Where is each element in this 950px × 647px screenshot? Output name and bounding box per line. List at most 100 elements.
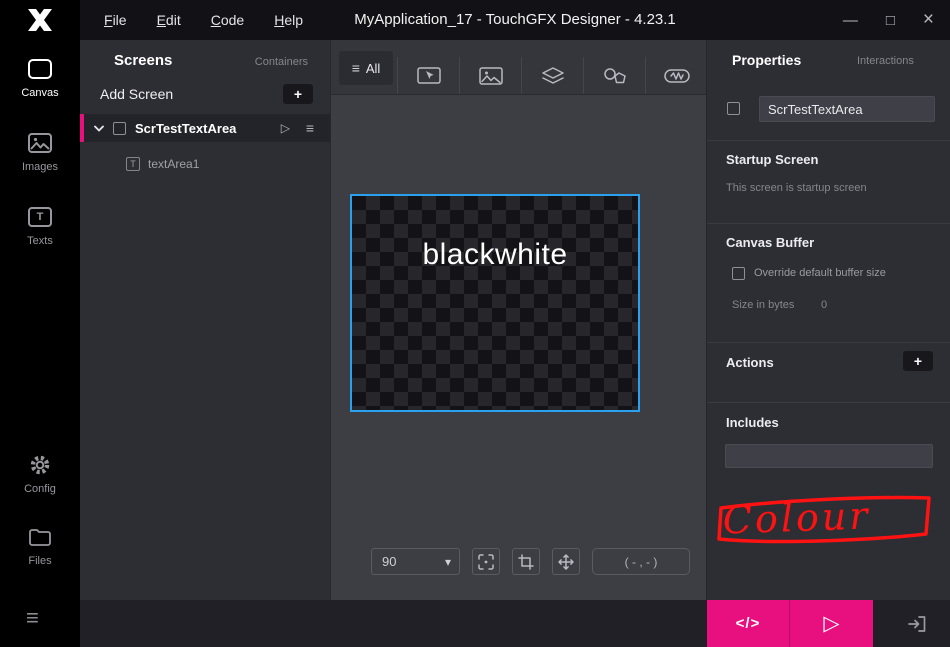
window-controls: — □ × <box>843 0 934 40</box>
run-bar: </> ▷ <box>707 600 873 647</box>
properties-panel: Properties Interactions Startup Screen T… <box>706 40 950 600</box>
touchgfx-logo[interactable] <box>0 0 80 40</box>
section-divider <box>707 402 950 403</box>
sign-in-button[interactable] <box>888 600 946 647</box>
sidebar-item-files[interactable]: Files <box>0 524 80 567</box>
screens-panel: Screens Containers Add Screen + ScrTestT… <box>80 40 330 600</box>
gear-icon <box>30 455 50 475</box>
code-icon: </> <box>735 615 761 632</box>
filter-all-label: All <box>365 60 381 76</box>
sidebar-item-images[interactable]: Images <box>0 130 80 173</box>
tab-interactions[interactable]: Interactions <box>857 55 914 67</box>
plus-icon: + <box>293 85 303 102</box>
sign-in-icon <box>908 615 926 632</box>
sidebar-item-texts[interactable]: T Texts <box>0 204 80 247</box>
widget-toolbar: ≡ All <box>331 40 707 95</box>
tab-containers[interactable]: Containers <box>255 56 308 68</box>
touchgfx-logo-icon <box>28 9 52 31</box>
shapes-tool-icon <box>603 67 626 83</box>
run-simulator-button[interactable]: ▷ <box>790 600 873 647</box>
canvas-icon <box>28 59 52 79</box>
screen-select-checkbox[interactable] <box>727 102 740 115</box>
menu-code[interactable]: Code <box>211 12 244 28</box>
screen-menu-icon[interactable]: ≡ <box>306 120 314 136</box>
add-action-button[interactable]: + <box>903 351 933 371</box>
image-tool-icon <box>478 66 503 85</box>
annotation-scribble: Colour <box>717 493 931 544</box>
includes-input[interactable] <box>725 444 933 468</box>
startup-note: This screen is startup screen <box>726 182 867 194</box>
section-divider <box>707 342 950 343</box>
images-icon <box>28 133 52 153</box>
layers-icon <box>541 66 564 84</box>
move-button[interactable] <box>552 548 580 575</box>
zoom-value: 90 <box>382 554 397 569</box>
tab-screens[interactable]: Screens <box>114 52 172 69</box>
menu-file[interactable]: File <box>104 12 127 28</box>
screen-play-icon[interactable]: ▷ <box>281 121 290 135</box>
close-button[interactable]: × <box>923 9 934 31</box>
button-tool-icon <box>663 68 690 83</box>
menubar: File Edit Code Help <box>104 0 303 40</box>
filter-all-button[interactable]: ≡ All <box>339 51 393 85</box>
menu-help[interactable]: Help <box>274 12 303 28</box>
section-divider <box>707 223 950 224</box>
actions-section-title: Actions <box>726 355 774 370</box>
override-buffer-checkbox[interactable] <box>732 267 745 280</box>
sidebar-item-config[interactable]: Config <box>0 452 80 495</box>
sidebar-item-label: Canvas <box>21 87 59 99</box>
bottom-bar: </> ▷ <box>80 600 950 647</box>
fit-to-screen-button[interactable] <box>472 548 500 575</box>
textarea-widget-icon: T <box>126 157 140 171</box>
canvas-buffer-section-title: Canvas Buffer <box>726 235 815 250</box>
chevron-down-icon: ▾ <box>444 554 451 569</box>
sidebar-collapse-button[interactable]: ≡ <box>26 605 39 631</box>
activity-sidebar: Canvas Images T Texts Config Files ≡ <box>0 0 80 647</box>
buffer-size-label: Size in bytes <box>732 299 795 311</box>
screen-name-input[interactable] <box>759 96 935 122</box>
screen-tree-row[interactable]: ScrTestTextArea ▷ ≡ <box>80 114 330 142</box>
screen-checkbox[interactable] <box>113 121 126 135</box>
widget-tree-row[interactable]: T textArea1 <box>80 152 330 176</box>
menu-edit[interactable]: Edit <box>157 12 181 28</box>
screen-name-label: ScrTestTextArea <box>135 120 237 136</box>
textarea-icon-letter: T <box>130 159 136 169</box>
fit-to-screen-icon <box>478 553 494 570</box>
plus-icon: + <box>913 352 923 369</box>
texts-icon-letter: T <box>36 211 44 223</box>
sidebar-item-label: Images <box>21 161 59 173</box>
startup-section-title: Startup Screen <box>726 152 819 167</box>
add-screen-label: Add Screen <box>100 86 174 102</box>
canvas-area: ≡ All blackwhite 90 ▾ (- , -) <box>330 40 707 600</box>
image-tool-button[interactable] <box>459 57 521 94</box>
shapes-tool-button[interactable] <box>583 57 645 94</box>
maximize-button[interactable]: □ <box>886 12 895 29</box>
includes-section-title: Includes <box>726 415 779 430</box>
files-icon <box>29 529 51 546</box>
sidebar-item-label: Texts <box>27 235 53 247</box>
sidebar-item-canvas[interactable]: Canvas <box>0 56 80 99</box>
widget-name-label: textArea1 <box>148 157 200 171</box>
tab-properties[interactable]: Properties <box>732 52 801 68</box>
screen-tool-button[interactable] <box>397 57 459 94</box>
button-tool-button[interactable] <box>645 57 707 94</box>
section-divider <box>707 140 950 141</box>
buffer-size-value: 0 <box>821 299 828 311</box>
override-buffer-label: Override default buffer size <box>754 267 886 279</box>
screen-artboard[interactable]: blackwhite <box>350 194 640 412</box>
filter-icon: ≡ <box>351 60 360 76</box>
generate-code-button[interactable]: </> <box>707 600 790 647</box>
titlebar[interactable]: MyApplication_17 - TouchGFX Designer - 4… <box>80 0 950 40</box>
add-screen-button[interactable]: + <box>283 84 313 104</box>
container-tool-button[interactable] <box>521 57 583 94</box>
zoom-select[interactable]: 90 ▾ <box>371 548 460 575</box>
screen-tool-icon <box>416 66 441 84</box>
textarea-widget[interactable]: blackwhite <box>352 238 638 272</box>
sidebar-item-label: Config <box>24 483 56 495</box>
crop-button[interactable] <box>512 548 540 575</box>
cursor-coordinates: ( - , - ) <box>592 548 690 575</box>
play-icon: ▷ <box>823 612 840 635</box>
minimize-button[interactable]: — <box>843 12 858 29</box>
annotation-text: Colour <box>722 493 871 542</box>
chevron-down-icon[interactable] <box>94 125 104 132</box>
